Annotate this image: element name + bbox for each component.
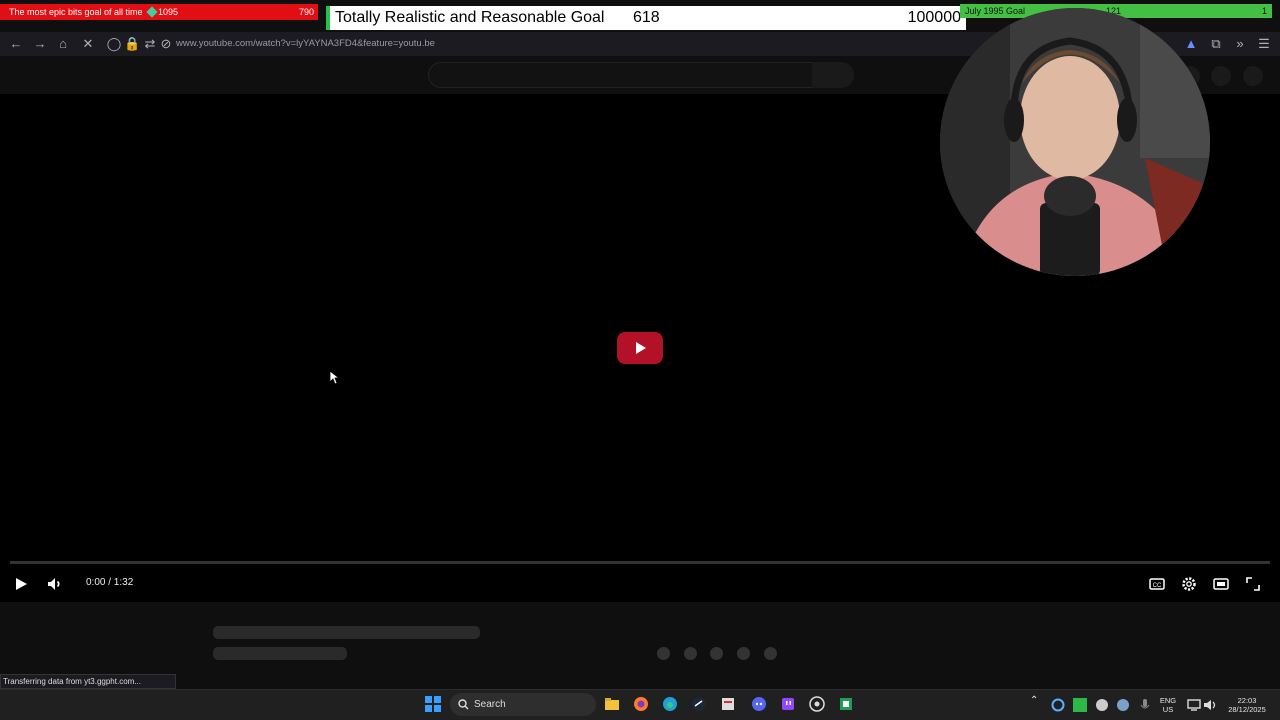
obs-icon[interactable] <box>809 696 825 712</box>
windows-start-icon[interactable] <box>425 696 441 712</box>
shield-icon[interactable]: ◯ <box>106 36 122 52</box>
sync-icon[interactable] <box>1050 697 1066 713</box>
loading-dot <box>684 647 697 660</box>
lock-icon[interactable]: 🔒 <box>124 36 140 52</box>
time-display: 0:00 / 1:32 <box>86 577 134 588</box>
bits-goal-current: 1095 <box>158 7 179 17</box>
play-icon <box>636 342 646 354</box>
mouse-cursor-icon <box>330 371 340 385</box>
permissions-icon[interactable]: ⇄ <box>142 36 158 52</box>
settings-gear-icon[interactable] <box>1179 574 1199 594</box>
home-icon[interactable]: ⌂ <box>55 36 71 52</box>
app-tray-icon[interactable] <box>1094 697 1110 713</box>
green-app-icon[interactable] <box>1072 697 1088 713</box>
discord-icon[interactable] <box>751 696 767 712</box>
back-icon[interactable]: ← <box>8 36 24 52</box>
edge-icon[interactable] <box>662 696 678 712</box>
steam-tray-icon[interactable] <box>1115 697 1131 713</box>
fullscreen-icon[interactable] <box>1243 574 1263 594</box>
avatar[interactable] <box>1243 66 1263 86</box>
search-icon <box>458 699 469 710</box>
extension-icon[interactable]: ▲ <box>1183 36 1199 52</box>
menu-icon[interactable]: ☰ <box>1256 36 1272 52</box>
firefox-icon[interactable] <box>633 696 649 712</box>
realistic-goal-title: Totally Realistic and Reasonable Goal <box>335 9 605 26</box>
app-icon[interactable] <box>720 696 736 712</box>
steam-icon[interactable] <box>691 696 707 712</box>
realistic-goal-bar: Totally Realistic and Reasonable Goal 61… <box>326 6 966 30</box>
bits-goal-title: The most epic bits goal of all time <box>9 7 143 17</box>
file-explorer-icon[interactable] <box>604 696 620 712</box>
bits-gem-icon <box>146 6 158 18</box>
captions-icon[interactable]: CC <box>1147 574 1167 594</box>
stop-loading-icon[interactable]: ✕ <box>80 36 96 52</box>
july-goal-title: July 1995 Goal <box>965 6 1026 16</box>
streamer-webcam-image <box>940 8 1210 276</box>
progress-bar[interactable] <box>10 561 1270 564</box>
large-play-button[interactable] <box>617 332 663 364</box>
notifications-icon[interactable] <box>1211 66 1231 86</box>
july-goal-target: 1 <box>1261 6 1267 16</box>
twitch-icon[interactable] <box>780 696 796 712</box>
theater-mode-icon[interactable] <box>1211 574 1231 594</box>
realistic-goal-current: 618 <box>633 9 660 26</box>
loading-dot <box>737 647 750 660</box>
loading-dot <box>764 647 777 660</box>
tray-overflow-chevron-icon[interactable]: ⌃ <box>1030 696 1038 706</box>
bits-goal-bar: The most epic bits goal of all time 1095… <box>0 4 318 20</box>
language-code: ENG <box>1159 696 1177 705</box>
region-code: US <box>1162 705 1174 714</box>
bits-goal-target: 790 <box>298 7 314 17</box>
svg-text:CC: CC <box>1153 583 1162 589</box>
speaker-icon[interactable] <box>1202 697 1218 713</box>
volume-icon[interactable] <box>45 574 65 594</box>
clock[interactable]: 22:03 28/12/2025 <box>1222 696 1272 714</box>
url-bar[interactable]: www.youtube.com/watch?v=lyYAYNA3FD4&feat… <box>176 32 435 56</box>
webcam-overlay <box>940 8 1210 276</box>
extensions-icon[interactable]: ⧉ <box>1208 36 1224 52</box>
clock-time: 22:03 <box>1237 696 1257 705</box>
language-indicator[interactable]: ENG US <box>1156 696 1180 714</box>
tracking-icon[interactable]: ⊘ <box>158 36 174 52</box>
forward-icon[interactable]: → <box>32 36 48 52</box>
taskbar-search[interactable]: Search <box>450 693 596 716</box>
loading-dot <box>657 647 670 660</box>
search-input[interactable] <box>428 62 814 88</box>
search-button[interactable] <box>812 62 854 88</box>
network-icon[interactable] <box>1186 697 1202 713</box>
taskbar-search-label: Search <box>474 699 506 710</box>
spreadsheet-icon[interactable] <box>838 696 854 712</box>
realistic-goal-target: 100000 <box>907 9 961 26</box>
subtitle-skeleton <box>213 647 347 660</box>
clock-date: 28/12/2025 <box>1228 705 1266 714</box>
title-skeleton <box>213 626 480 639</box>
play-icon[interactable] <box>11 574 31 594</box>
loading-dot <box>710 647 723 660</box>
overflow-chevron-icon[interactable]: » <box>1232 36 1248 52</box>
microphone-icon[interactable] <box>1137 697 1153 713</box>
status-bar: Transferring data from yt3.ggpht.com... <box>0 674 176 689</box>
